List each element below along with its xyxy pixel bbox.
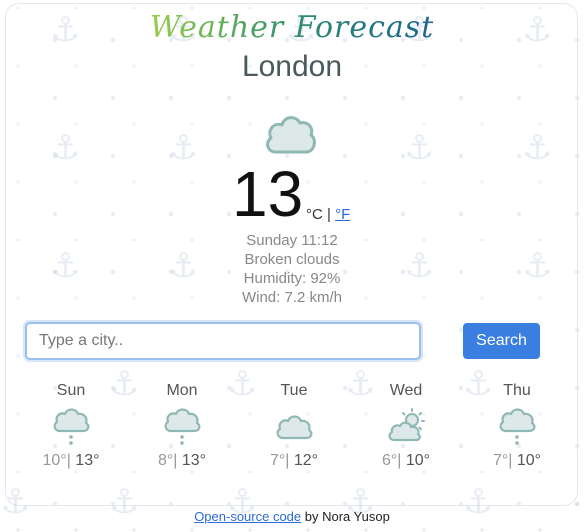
forecast-min: 6° [381,452,398,469]
forecast-day-name: Sun [56,382,86,399]
current-temperature: 13 [232,158,304,230]
forecast-day-name: Mon [166,382,198,399]
forecast-max: 10° [516,452,542,469]
cloud-icon [249,406,339,446]
forecast-day-wed: Wed 6°| 10° [361,382,451,470]
forecast-separator: | [285,452,290,469]
current-details: Sunday 11:12 Broken clouds Humidity: 92%… [0,231,584,307]
forecast-temps: 6°| 10° [361,452,451,470]
footer-author: by Nora Yusop [304,509,390,524]
city-search-input[interactable] [25,322,421,360]
forecast-separator: | [66,452,71,469]
forecast-separator: | [173,452,178,469]
forecast-max: 13° [75,452,100,469]
unit-celsius[interactable]: °C [306,206,323,223]
forecast-temps: 10°| 13° [26,452,116,470]
cloud-icon [262,112,318,163]
day-time: Sunday 11:12 [246,232,338,249]
rain-cloud-icon [472,406,562,446]
rain-cloud-icon [137,406,227,446]
forecast-day-name: Thu [503,382,531,399]
forecast-min: 10° [42,452,67,469]
forecast-day-mon: Mon 8°| 13° [137,382,227,470]
forecast-day-name: Tue [280,382,308,399]
forecast-min: 7° [269,452,286,469]
forecast-day-thu: Thu 7°| 10° [472,382,562,470]
search-button[interactable]: Search [463,323,540,359]
unit-separator: | [327,206,331,223]
forecast-max: 12° [293,452,319,469]
forecast-max: 13° [181,452,207,469]
humidity-value: Humidity: 92% [243,270,341,287]
forecast-max: 10° [405,452,431,469]
forecast-day-sun: Sun 10°| 13° [26,382,116,470]
unit-fahrenheit-link[interactable]: °F [335,206,350,223]
app-title: Weather Forecast [0,10,584,45]
forecast-separator: | [508,452,513,469]
condition-description: Broken clouds [244,251,340,268]
forecast-temps: 7°| 10° [472,452,562,470]
footer: Open-source code by Nora Yusop [0,509,584,524]
forecast-min: 7° [492,452,509,469]
forecast-separator: | [397,452,402,469]
wind-speed: Wind: 7.2 km/h [241,289,343,306]
unit-toggle: °C | °F [306,206,350,223]
forecast-temps: 7°| 12° [249,452,339,470]
forecast-day-name: Wed [389,382,423,399]
forecast-day-tue: Tue 7°| 12° [249,382,339,470]
city-name: London [241,50,343,83]
forecast-min: 8° [157,452,174,469]
forecast-temps: 8°| 13° [137,452,227,470]
rain-cloud-icon [26,406,116,446]
partly-sunny-icon [361,406,451,446]
open-source-link[interactable]: Open-source code [194,509,301,524]
